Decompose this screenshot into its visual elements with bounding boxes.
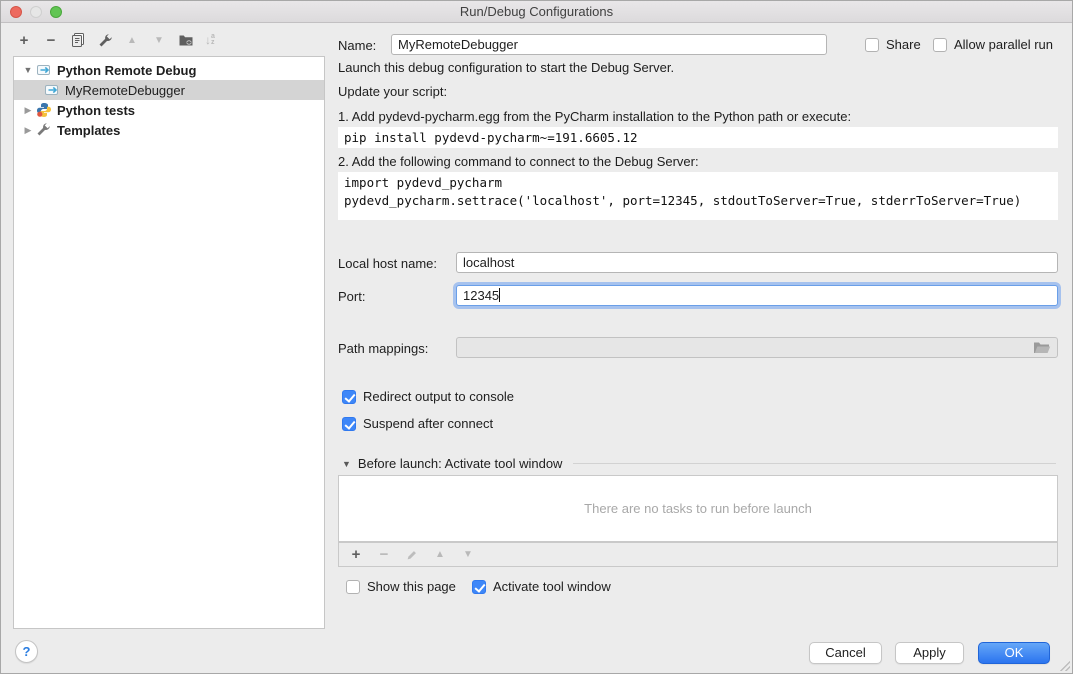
activate-tool-window-checkbox[interactable] bbox=[472, 580, 486, 594]
redirect-output-label: Redirect output to console bbox=[363, 389, 514, 404]
collapse-arrow-icon[interactable]: ▼ bbox=[342, 459, 351, 469]
close-window-button[interactable] bbox=[10, 6, 22, 18]
path-mappings-input bbox=[456, 337, 1058, 358]
help-button[interactable]: ? bbox=[15, 640, 38, 663]
resize-grip[interactable] bbox=[1060, 661, 1070, 671]
before-launch-header[interactable]: ▼ Before launch: Activate tool window bbox=[342, 456, 1056, 471]
show-this-page-checkbox[interactable] bbox=[346, 580, 360, 594]
cancel-button[interactable]: Cancel bbox=[809, 642, 882, 664]
browse-folder-icon[interactable] bbox=[1033, 341, 1051, 358]
redirect-output-row: Redirect output to console bbox=[342, 389, 514, 404]
configurations-toolbar: + − ▲ ▼ ↓ az bbox=[16, 32, 215, 48]
suspend-after-connect-checkbox[interactable] bbox=[342, 417, 356, 431]
tree-item-python-tests[interactable]: ▶ Python tests bbox=[14, 100, 324, 120]
show-this-page-label: Show this page bbox=[367, 579, 456, 594]
activate-tool-window-label: Activate tool window bbox=[493, 579, 611, 594]
run-debug-configurations-dialog: Run/Debug Configurations + − ▲ ▼ ↓ az ▼ … bbox=[0, 0, 1073, 674]
before-launch-title: Before launch: Activate tool window bbox=[358, 456, 563, 471]
text-caret bbox=[499, 288, 500, 302]
titlebar[interactable]: Run/Debug Configurations bbox=[1, 1, 1072, 23]
sort-configurations-icon: ↓ az bbox=[205, 33, 215, 47]
redirect-output-checkbox[interactable] bbox=[342, 390, 356, 404]
allow-parallel-run-checkbox-row: Allow parallel run bbox=[933, 37, 1053, 52]
tree-item-templates[interactable]: ▶ Templates bbox=[14, 120, 324, 140]
section-divider bbox=[573, 463, 1056, 464]
code-line-2: pydevd_pycharm.settrace('localhost', por… bbox=[344, 192, 1052, 210]
update-script-text: Update your script: bbox=[338, 84, 447, 99]
allow-parallel-run-checkbox[interactable] bbox=[933, 38, 947, 52]
move-down-button: ▼ bbox=[151, 32, 167, 48]
collapse-arrow-icon[interactable]: ▼ bbox=[20, 65, 36, 75]
edit-task-pencil-icon bbox=[404, 547, 420, 563]
name-label: Name: bbox=[338, 38, 376, 53]
path-mappings-label: Path mappings: bbox=[338, 341, 428, 356]
settrace-code-block: import pydevd_pycharm pydevd_pycharm.set… bbox=[338, 172, 1058, 220]
port-label: Port: bbox=[338, 289, 365, 304]
suspend-after-connect-label: Suspend after connect bbox=[363, 416, 493, 431]
before-launch-task-list[interactable]: There are no tasks to run before launch bbox=[338, 475, 1058, 542]
edit-templates-wrench-icon[interactable] bbox=[97, 32, 113, 48]
share-checkbox[interactable] bbox=[865, 38, 879, 52]
share-checkbox-row: Share bbox=[865, 37, 921, 52]
minimize-window-button bbox=[30, 6, 42, 18]
remove-task-button: − bbox=[376, 547, 392, 563]
step2-text: 2. Add the following command to connect … bbox=[338, 154, 699, 169]
copy-configuration-icon[interactable] bbox=[70, 32, 86, 48]
remote-debug-icon bbox=[44, 82, 60, 98]
tree-item-myremotedebugger-selected[interactable]: MyRemoteDebugger bbox=[14, 80, 324, 100]
expand-arrow-icon[interactable]: ▶ bbox=[20, 105, 36, 116]
activate-tool-window-row: Activate tool window bbox=[472, 579, 611, 594]
add-configuration-button[interactable]: + bbox=[16, 32, 32, 48]
description-text: Launch this debug configuration to start… bbox=[338, 60, 674, 75]
configurations-tree: ▼ Python Remote Debug MyRemoteDebugger ▶… bbox=[13, 56, 325, 629]
move-up-button: ▲ bbox=[124, 32, 140, 48]
allow-parallel-run-label: Allow parallel run bbox=[954, 37, 1053, 52]
zoom-window-button[interactable] bbox=[50, 6, 62, 18]
show-this-page-row: Show this page bbox=[346, 579, 456, 594]
ok-button[interactable]: OK bbox=[978, 642, 1050, 664]
code-line-1: import pydevd_pycharm bbox=[344, 174, 1052, 192]
remove-configuration-button[interactable]: − bbox=[43, 32, 59, 48]
pip-command-code: pip install pydevd-pycharm~=191.6605.12 bbox=[338, 127, 1058, 148]
move-task-down-button: ▼ bbox=[460, 547, 476, 563]
port-input[interactable]: 12345 bbox=[456, 285, 1058, 306]
move-task-up-button: ▲ bbox=[432, 547, 448, 563]
empty-tasks-text: There are no tasks to run before launch bbox=[584, 501, 812, 516]
python-tests-icon bbox=[36, 102, 52, 118]
local-host-name-label: Local host name: bbox=[338, 256, 437, 271]
tree-item-python-remote-debug[interactable]: ▼ Python Remote Debug bbox=[14, 60, 324, 80]
local-host-name-input[interactable]: localhost bbox=[456, 252, 1058, 273]
expand-arrow-icon[interactable]: ▶ bbox=[20, 125, 36, 136]
before-launch-toolbar: + − ▲ ▼ bbox=[338, 542, 1058, 567]
suspend-after-connect-row: Suspend after connect bbox=[342, 416, 493, 431]
remote-debug-icon bbox=[36, 62, 52, 78]
window-title: Run/Debug Configurations bbox=[1, 1, 1072, 22]
name-input[interactable]: MyRemoteDebugger bbox=[391, 34, 827, 55]
step1-text: 1. Add pydevd-pycharm.egg from the PyCha… bbox=[338, 109, 851, 124]
apply-button[interactable]: Apply bbox=[895, 642, 964, 664]
templates-wrench-icon bbox=[36, 122, 52, 138]
new-folder-icon[interactable] bbox=[178, 32, 194, 48]
share-label: Share bbox=[886, 37, 921, 52]
add-task-button[interactable]: + bbox=[348, 547, 364, 563]
